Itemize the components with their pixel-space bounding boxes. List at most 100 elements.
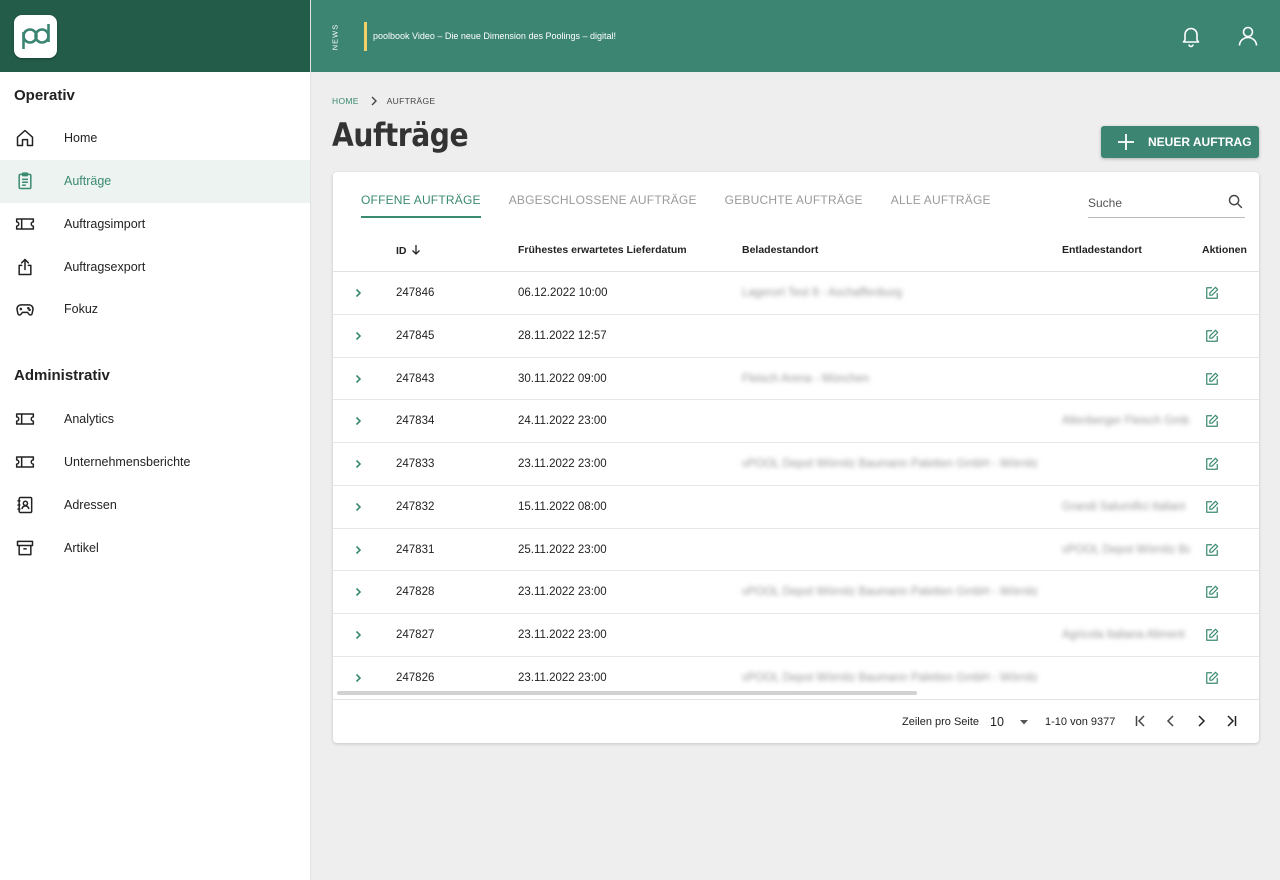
breadcrumb-home[interactable]: HOME — [332, 96, 359, 106]
edit-icon[interactable] — [1205, 585, 1219, 599]
sidebar-item-unternehmensberichte[interactable]: Unternehmensberichte — [0, 441, 310, 484]
cell-load-location: vPOOL Depot Wörnitz Baumann Paletten Gmb… — [742, 458, 1037, 470]
edit-icon[interactable] — [1205, 414, 1219, 428]
app-logo[interactable] — [14, 15, 57, 58]
cell-unload-location: Grandi Salumifici Italiani — [1062, 500, 1186, 513]
breadcrumb-current: AUFTRÄGE — [386, 96, 436, 106]
edit-icon[interactable] — [1205, 628, 1219, 642]
news-divider — [364, 22, 367, 51]
cell-date: 23.11.2022 23:00 — [518, 586, 607, 599]
search-input[interactable] — [1088, 190, 1218, 212]
export-icon — [14, 256, 36, 278]
edit-icon[interactable] — [1205, 457, 1219, 471]
column-header-label: ID — [396, 244, 407, 257]
cell-id: 247827 — [396, 629, 435, 641]
search-icon[interactable] — [1227, 193, 1244, 210]
chevron-right-icon[interactable] — [352, 501, 364, 513]
sidebar-item-auftragsimport[interactable]: Auftragsimport — [0, 203, 310, 246]
pagination-range: 1-10 von 9377 — [1045, 716, 1116, 728]
previous-page-icon[interactable] — [1163, 713, 1179, 729]
sidebar-item-label: Artikel — [64, 540, 99, 555]
table-footer: Zeilen pro Seite 10 1-10 von 9377 — [333, 699, 1259, 743]
next-page-icon[interactable] — [1193, 713, 1209, 729]
chevron-right-icon[interactable] — [352, 415, 364, 427]
edit-icon[interactable] — [1205, 286, 1219, 300]
table-row[interactable]: 247831 25.11.2022 23:00 vPOOL Depot Wörnit… — [333, 529, 1259, 572]
logo-bar — [0, 0, 310, 72]
chevron-right-icon[interactable] — [352, 458, 364, 470]
chevron-right-icon[interactable] — [352, 544, 364, 556]
edit-icon[interactable] — [1205, 543, 1219, 557]
cell-id: 247832 — [396, 500, 435, 513]
column-header-unload[interactable]: Entladestandort — [1062, 244, 1142, 256]
rows-per-page-select[interactable]: 10 — [990, 712, 1030, 732]
tab-alle-auftraege[interactable]: ALLE AUFTRÄGE — [891, 192, 991, 218]
news-ticker-text[interactable]: poolbook Video – Die neue Dimension des … — [373, 31, 616, 41]
cell-date: 15.11.2022 08:00 — [518, 500, 607, 513]
table-row[interactable]: 247833 23.11.2022 23:00 vPOOL Depot Wörnit… — [333, 443, 1259, 486]
search-box — [1088, 190, 1245, 218]
chevron-right-icon[interactable] — [352, 287, 364, 299]
horizontal-scrollbar[interactable] — [337, 691, 917, 695]
sidebar-item-artikel[interactable]: Artikel — [0, 526, 310, 569]
sidebar: Operativ Home Aufträge Auftragsimport Au… — [0, 0, 311, 880]
cell-unload-location: Agricola Italiana Aliment — [1062, 629, 1185, 641]
cell-unload-location: Altenberger Fleisch GmbH — [1062, 415, 1190, 428]
sidebar-item-auftraege[interactable]: Aufträge — [0, 159, 310, 203]
edit-icon[interactable] — [1205, 671, 1219, 685]
nav-administrativ: Analytics Unternehmensberichte Adressen … — [0, 398, 310, 569]
tab-abgeschlossene-auftraege[interactable]: ABGESCHLOSSENE AUFTRÄGE — [509, 192, 697, 218]
edit-icon[interactable] — [1205, 500, 1219, 514]
sidebar-item-label: Auftragsexport — [64, 259, 146, 274]
news-tag: NEWS — [330, 23, 340, 51]
chevron-right-icon[interactable] — [352, 672, 364, 684]
chevron-right-icon[interactable] — [352, 586, 364, 598]
user-icon[interactable] — [1236, 24, 1260, 48]
table-row[interactable]: 247845 28.11.2022 12:57 — [333, 315, 1259, 358]
table-row[interactable]: 247827 23.11.2022 23:00 Agricola Italiana … — [333, 614, 1259, 657]
table-row[interactable]: 247828 23.11.2022 23:00 vPOOL Depot Wörnit… — [333, 571, 1259, 614]
table-row[interactable]: 247846 06.12.2022 10:00 Lagerort Test 9 - … — [333, 272, 1259, 315]
edit-icon[interactable] — [1205, 329, 1219, 343]
nav-operativ: Home Aufträge Auftragsimport Auftragsexp… — [0, 117, 310, 331]
cell-date: 06.12.2022 10:00 — [518, 287, 608, 299]
cell-date: 23.11.2022 23:00 — [518, 629, 607, 641]
tab-gebuchte-auftraege[interactable]: GEBUCHTE AUFTRÄGE — [725, 192, 863, 218]
order-tabs: OFFENE AUFTRÄGE ABGESCHLOSSENE AUFTRÄGE … — [361, 192, 1019, 218]
chevron-right-icon[interactable] — [352, 629, 364, 641]
chevron-right-icon[interactable] — [352, 330, 364, 342]
cell-id: 247834 — [396, 415, 435, 428]
ticket-icon — [14, 408, 36, 430]
pb-logo-icon — [21, 23, 50, 49]
last-page-icon[interactable] — [1223, 713, 1239, 729]
home-icon — [14, 127, 36, 149]
cell-load-location: vPOOL Depot Wörnitz Baumann Paletten Gmb… — [742, 586, 1037, 599]
first-page-icon[interactable] — [1133, 713, 1149, 729]
table-row[interactable]: 247843 30.11.2022 09:00 Fleisch Arena - Mü… — [333, 358, 1259, 401]
sidebar-item-home[interactable]: Home — [0, 117, 310, 160]
cell-id: 247845 — [396, 329, 435, 342]
column-header-id[interactable]: ID — [396, 244, 421, 258]
table-row[interactable]: 247832 15.11.2022 08:00 Grandi Salumifici … — [333, 486, 1259, 529]
cell-load-location: vPOOL Depot Wörnitz Baumann Paletten Gmb… — [742, 671, 1037, 684]
cell-id: 247831 — [396, 543, 435, 556]
column-header-date[interactable]: Frühestes erwartetes Lieferdatum — [518, 244, 687, 256]
column-header-load[interactable]: Beladestandort — [742, 244, 818, 256]
table-row[interactable]: 247834 24.11.2022 23:00 Altenberger Fleisc… — [333, 400, 1259, 443]
bell-icon[interactable] — [1179, 24, 1203, 48]
sidebar-item-adressen[interactable]: Adressen — [0, 484, 310, 527]
sidebar-item-auftragsexport[interactable]: Auftragsexport — [0, 245, 310, 288]
chevron-right-icon[interactable] — [352, 373, 364, 385]
breadcrumb: HOME AUFTRÄGE — [332, 96, 435, 106]
sidebar-item-fokuz[interactable]: Fokuz — [0, 288, 310, 331]
sidebar-item-label: Unternehmensberichte — [64, 455, 191, 470]
cell-id: 247826 — [396, 671, 435, 684]
edit-icon[interactable] — [1205, 372, 1219, 386]
tab-offene-auftraege[interactable]: OFFENE AUFTRÄGE — [361, 192, 481, 218]
cell-unload-location: vPOOL Depot Wörnitz Ba — [1062, 543, 1190, 556]
new-order-button[interactable]: NEUER AUFTRAG — [1101, 126, 1259, 158]
cell-id: 247833 — [396, 458, 435, 470]
sidebar-item-analytics[interactable]: Analytics — [0, 398, 310, 441]
archive-icon — [14, 537, 36, 559]
news-tag-label: NEWS — [330, 23, 340, 51]
